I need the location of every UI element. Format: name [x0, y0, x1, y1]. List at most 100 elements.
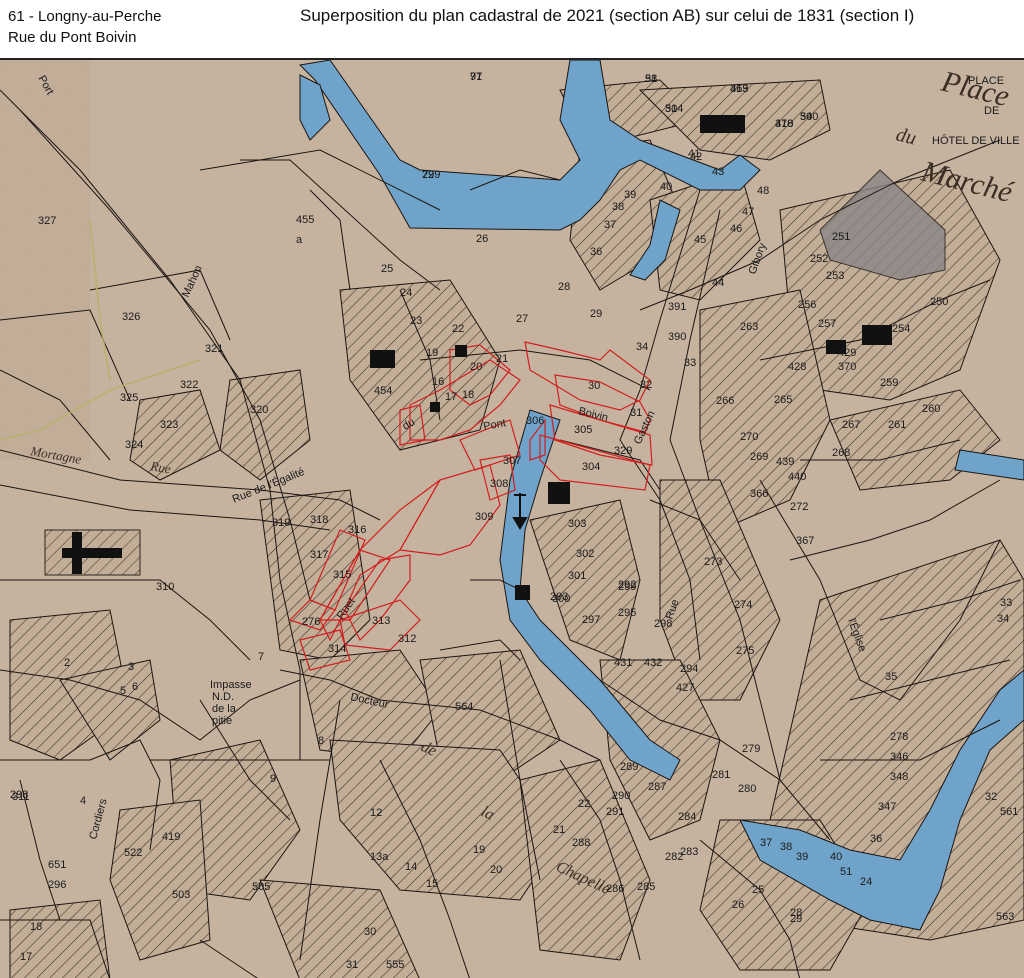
parcel-number-label: 251 [832, 231, 850, 243]
parcel-number-label: 314 [665, 103, 683, 115]
building-block [9, 899, 111, 978]
parcel-number-label: 312 [398, 633, 416, 645]
parcel-number-label: 439 [776, 456, 794, 468]
parcel-number-label: 322 [180, 379, 198, 391]
church-icon [44, 529, 141, 576]
parcel-number-label: 440 [788, 471, 806, 483]
parcel-number-label: 455 [296, 214, 314, 226]
parcel-number-label: 285 [637, 881, 655, 893]
parcel-number-label: 254 [892, 323, 910, 335]
parcel-number-label: 252 [810, 253, 828, 265]
parcel-number-label: 34 [997, 613, 1009, 625]
parcel-number-label: 308 [490, 478, 508, 490]
parcel-number-label: 289 [620, 761, 638, 773]
parcel-number-label: 310 [775, 118, 793, 130]
parcel-number-label: 253 [826, 270, 844, 282]
parcel-number-label: 267 [842, 419, 860, 431]
parcel-number-label: 20 [470, 361, 482, 373]
parcel-number-label: 35 [885, 671, 897, 683]
parcel-number-label: 326 [122, 311, 140, 323]
place-de-label: DE [984, 105, 999, 117]
parcel-number-label: 4 [80, 795, 86, 807]
parcel-number-label: 269 [750, 451, 768, 463]
parcel-number-label: 298 [654, 618, 672, 630]
parcel-number-label: 505 [252, 881, 270, 893]
parcel-number-label: 39 [624, 189, 636, 201]
parcel-number-label: 29 [590, 308, 602, 320]
parcel-number-label: 391 [668, 301, 686, 313]
cadastral-map[interactable]: Place du Marché Mortagne Rue Chapelle la… [0, 58, 1024, 978]
parcel-number-label: 15 [426, 878, 438, 890]
parcel-number-label: 33 [684, 357, 696, 369]
parcel-number-label: 555 [386, 959, 404, 971]
parcel-number-label: 268 [832, 447, 850, 459]
parcel-number-label: 260 [922, 403, 940, 415]
parcel-number-label: 39 [796, 851, 808, 863]
parcel-number-label: 20 [490, 864, 502, 876]
parcel-number-label: 42 [690, 151, 702, 163]
parcel-number-label: 429 [838, 347, 856, 359]
parcel-number-label: 327 [38, 215, 56, 227]
parcel-number-label: 32 [985, 791, 997, 803]
parcel-number-label: 8 [318, 735, 324, 747]
parcel-number-label: 46 [730, 223, 742, 235]
parcel-number-label: 32 [640, 379, 652, 391]
parcel-number-label: 292 [618, 579, 636, 591]
parcel-number-label: 346 [890, 751, 908, 763]
parcel-number-label: 367 [796, 535, 814, 547]
parcel-number-label: 317 [310, 549, 328, 561]
parcel-number-label: 21 [496, 353, 508, 365]
parcel-number-label: 34 [636, 341, 648, 353]
parcel-number-label: 454 [374, 385, 392, 397]
parcel-number-label: 390 [668, 331, 686, 343]
parcel-number-label: 313 [372, 615, 390, 627]
parcel-number-label: 295 [618, 607, 636, 619]
header: 61 - Longny-au-Perche Rue du Pont Boivin… [0, 0, 1024, 58]
parcel-number-label: 37 [604, 219, 616, 231]
parcel-number-label: 284 [678, 811, 696, 823]
parcel-number-label: 561 [1000, 806, 1018, 818]
parcel-number-label: 27 [516, 313, 528, 325]
parcel-number-label: 304 [582, 461, 600, 473]
parcel-number-label: 18 [30, 921, 42, 933]
parcel-number-label: 256 [798, 299, 816, 311]
parcel-number-label: 306 [526, 415, 544, 427]
parcel-number-label: 6 [132, 681, 138, 693]
parcel-number-label: 300 [800, 111, 818, 123]
parcel-number-label: 24 [400, 287, 412, 299]
parcel-number-label: 38 [612, 201, 624, 213]
parcel-number-label: a [296, 234, 303, 246]
parcel-number-label: 28 [558, 281, 570, 293]
parcel-number-label: 12 [370, 807, 382, 819]
parcel-number-label: 309 [475, 511, 493, 523]
parcel-number-label: 272 [790, 501, 808, 513]
parcel-number-label: 2 [64, 657, 70, 669]
location-commune: 61 - Longny-au-Perche [8, 8, 162, 25]
parcel-number-label: 7 [258, 651, 264, 663]
parcel-number-label: 33 [1000, 597, 1012, 609]
parcel-number-label: 38 [780, 841, 792, 853]
parcel-number-label: 51 [840, 866, 852, 878]
parcel-number-label: 263 [740, 321, 758, 333]
place-label: PLACE [968, 75, 1004, 87]
parcel-number-label: 366 [750, 488, 768, 500]
parcel-number-label: 278 [890, 731, 908, 743]
parcel-number-label: 22 [452, 323, 464, 335]
parcel-number-label: 348 [890, 771, 908, 783]
parcel-number-label: 9 [270, 773, 276, 785]
parcel-number-label: 31 [346, 959, 358, 971]
parcel-number-label: 329 [614, 445, 632, 457]
parcel-number-label: 318 [310, 514, 328, 526]
map-canvas[interactable]: Place du Marché Mortagne Rue Chapelle la… [0, 60, 1024, 978]
parcel-number-label: 250 [930, 296, 948, 308]
parcel-number-label: 310 [156, 581, 174, 593]
parcel-number-label: 21 [553, 824, 565, 836]
parcel-number-label: 14 [405, 861, 417, 873]
parcel-number-label: 522 [124, 847, 142, 859]
parcel-number-label: 293 [550, 591, 568, 603]
parcel-number-label: 266 [716, 395, 734, 407]
location-block: 61 - Longny-au-Perche Rue du Pont Boivin [8, 6, 161, 48]
parcel-number-label: 431 [614, 657, 632, 669]
parcel-number-label: 40 [660, 181, 672, 193]
parcel-number-label: 419 [162, 831, 180, 843]
